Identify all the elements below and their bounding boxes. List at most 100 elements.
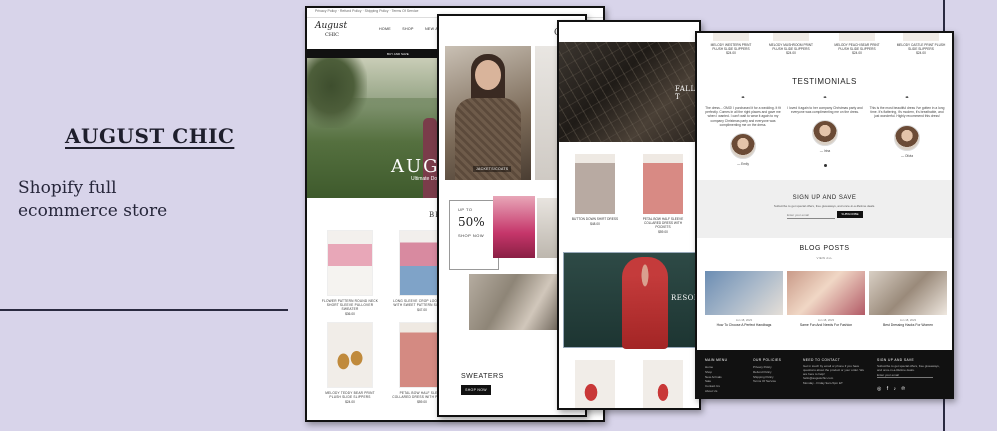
model-face xyxy=(475,60,501,90)
email-input[interactable]: Enter your email xyxy=(787,211,835,219)
product-card[interactable]: MELODY WESTERN PRINT PLUSH SLIDE SLIPPER… xyxy=(705,33,757,55)
footer-heading: SIGN UP AND SAVE xyxy=(877,358,915,362)
product-image xyxy=(713,33,749,41)
slipper-product-image[interactable] xyxy=(575,360,615,408)
product-card[interactable]: MELODY CASTLE PRINT PLUSH SLIDE SLIPPERS… xyxy=(895,33,947,55)
product-name: BUTTON DOWN SHIRT DRESS xyxy=(571,217,619,221)
logo-caps: CHIC xyxy=(325,32,339,38)
testimonials-title: TESTIMONIALS xyxy=(792,77,857,86)
site-footer: MAIN MENU Home Shop New Arrivals Sale Co… xyxy=(697,350,952,397)
blog-post-title: Best Dressing Hacks For Women xyxy=(882,323,934,327)
product-image xyxy=(643,154,683,214)
product-image xyxy=(903,33,939,41)
blog-title: BLOG POSTS xyxy=(799,245,850,252)
brand-subtitle: Shopify full ecommerce store xyxy=(18,178,168,221)
product-image xyxy=(575,154,615,214)
product-name: MELODY CASTLE PRINT PLUSH SLIDE SLIPPERS xyxy=(896,43,946,51)
carousel-dot[interactable] xyxy=(824,164,827,167)
product-image xyxy=(773,33,809,41)
jackets-collection-image[interactable] xyxy=(445,46,531,180)
footer-heading: OUR POLICIES xyxy=(753,358,782,362)
sale-line1: UP TO xyxy=(458,207,473,212)
blog-post-title: How To Choose A Perfect Handbags xyxy=(716,323,772,327)
product-card[interactable]: FLOWER PATTERN ROUND NECK SHORT SLEEVE P… xyxy=(322,230,380,316)
sale-value: 50% xyxy=(458,215,485,229)
sweaters-heading: SWEATERS xyxy=(461,373,504,380)
footer-text: Get in touch by email or phone if you ha… xyxy=(803,364,864,376)
avatar xyxy=(894,124,920,151)
product-price: $24.00 xyxy=(852,51,862,55)
product-name: PETAL BOW HALF SLEEVE COLLARED DRESS WIT… xyxy=(642,217,684,229)
sale-banner[interactable]: UP TO 50% SHOP NOW xyxy=(449,200,499,270)
testimonial: “ The dress... OMG! I purchased it for a… xyxy=(705,96,781,167)
testimonial: “ This is the most beautiful dress I've … xyxy=(869,96,945,158)
blog-image xyxy=(869,271,947,315)
product-name: FLOWER PATTERN ROUND NECK SHORT SLEEVE P… xyxy=(321,299,379,311)
product-card[interactable]: MELODY MUSHROOM PRINT PLUSH SLIDE SLIPPE… xyxy=(765,33,817,55)
street-lifestyle-image xyxy=(469,274,559,330)
testimonial-text: I loved it again to her company Christma… xyxy=(787,106,863,115)
signup-title: SIGN UP AND SAVE xyxy=(792,195,857,201)
signup-section: SIGN UP AND SAVE Subscribe to get specia… xyxy=(697,180,952,238)
screenshot-testimonials-card: MELODY WESTERN PRINT PLUSH SLIDE SLIPPER… xyxy=(695,31,954,399)
logo-script: August xyxy=(315,21,348,31)
product-name: MELODY PEACH BEAR PRINT PLUSH SLIDE SLIP… xyxy=(834,43,880,51)
horizontal-divider-line xyxy=(0,309,288,311)
hero-subtitle: Ultimate Do xyxy=(411,176,438,182)
blog-post[interactable]: Jun 18, 2023 Same Fun And Needs For Fash… xyxy=(787,271,865,327)
hero-tree xyxy=(307,58,367,128)
blog-post[interactable]: Jun 18, 2023 Best Dressing Hacks For Wom… xyxy=(869,271,947,327)
slipper-product-image[interactable] xyxy=(643,360,683,408)
screenshot-lookbook-card: FALL T BUTTON DOWN SHIRT DRESS $48.00 PE… xyxy=(557,20,701,410)
avatar xyxy=(730,133,756,160)
testimonial-author: — Irina xyxy=(819,149,831,154)
product-price: $36.00 xyxy=(345,312,355,316)
subscribe-button[interactable]: SUBSCRIBE xyxy=(837,211,863,218)
product-price: $48.00 xyxy=(590,222,600,226)
collection-tag[interactable]: JACKETS/COATS xyxy=(473,166,512,172)
product-card[interactable]: MELODY PEACH BEAR PRINT PLUSH SLIDE SLIP… xyxy=(831,33,883,55)
avatar xyxy=(812,120,838,147)
footer-hours: Monday - Friday 9am-5pm ET xyxy=(803,381,843,386)
footer-heading: MAIN MENU xyxy=(705,358,728,362)
product-card[interactable]: MELODY TEDDY BEAR PRINT PLUSH SLIDE SLIP… xyxy=(325,322,380,404)
nav-item-home[interactable]: HOME xyxy=(379,27,391,31)
product-name: MELODY MUSHROOM PRINT PLUSH SLIDE SLIPPE… xyxy=(768,43,814,51)
testimonial-text: The dress... OMG! I purchased it for a w… xyxy=(705,106,781,127)
footer-main-menu: MAIN MENU Home Shop New Arrivals Sale Co… xyxy=(705,358,745,394)
footer-email-input[interactable]: Enter your email xyxy=(877,373,933,379)
blog-post-title: Same Fun And Needs For Fashion xyxy=(799,323,853,327)
product-name: MELODY WESTERN PRINT PLUSH SLIDE SLIPPER… xyxy=(710,43,752,51)
top-policy-links[interactable]: Privacy Policy · Refund Policy · Shippin… xyxy=(315,9,418,13)
footer-contact: NEED TO CONTACT Get in touch by email or… xyxy=(803,358,865,386)
blog-post[interactable]: Jun 18, 2023 How To Choose A Perfect Han… xyxy=(705,271,783,327)
product-image xyxy=(327,322,373,388)
testimonial-author: — Olivia xyxy=(900,153,914,158)
footer-text: Subscribe to get special offers, free gi… xyxy=(877,364,940,372)
social-icons[interactable]: ◎ f ♪ ℗ xyxy=(877,386,907,392)
sale-model-image xyxy=(493,196,535,258)
blog-image xyxy=(787,271,865,315)
store-logo[interactable]: August CHIC xyxy=(315,22,347,40)
product-card[interactable]: PETAL BOW HALF SLEEVE COLLARED DRESS WIT… xyxy=(643,154,689,234)
blog-view-all-link[interactable]: VIEW ALL xyxy=(697,256,952,260)
quote-icon: “ xyxy=(905,96,909,103)
blog-date: Jun 18, 2023 xyxy=(899,318,917,322)
product-price: $24.00 xyxy=(786,51,796,55)
product-price: $24.00 xyxy=(345,400,355,404)
footer-link[interactable]: About Us xyxy=(705,389,745,394)
product-image xyxy=(327,230,373,296)
shop-now-button[interactable]: SHOP NOW xyxy=(461,385,491,395)
sale-line2: SHOP NOW xyxy=(458,233,485,238)
testimonial: “ I loved it again to her company Christ… xyxy=(787,96,863,154)
testimonial-text: This is the most beautiful dress I've go… xyxy=(869,106,945,119)
blog-date: Jun 18, 2023 xyxy=(817,318,835,322)
testimonial-author: — Emily xyxy=(737,162,749,167)
product-price: $59.00 xyxy=(658,230,668,234)
product-name: MELODY TEDDY BEAR PRINT PLUSH SLIDE SLIP… xyxy=(325,391,375,399)
brand-title: AUGUST CHIC xyxy=(65,124,235,148)
nav-item-shop[interactable]: SHOP xyxy=(402,27,413,31)
product-card[interactable]: BUTTON DOWN SHIRT DRESS $48.00 xyxy=(572,154,621,226)
footer-link[interactable]: Terms Of Service xyxy=(753,379,797,384)
product-row: MELODY WESTERN PRINT PLUSH SLIDE SLIPPER… xyxy=(697,33,952,57)
